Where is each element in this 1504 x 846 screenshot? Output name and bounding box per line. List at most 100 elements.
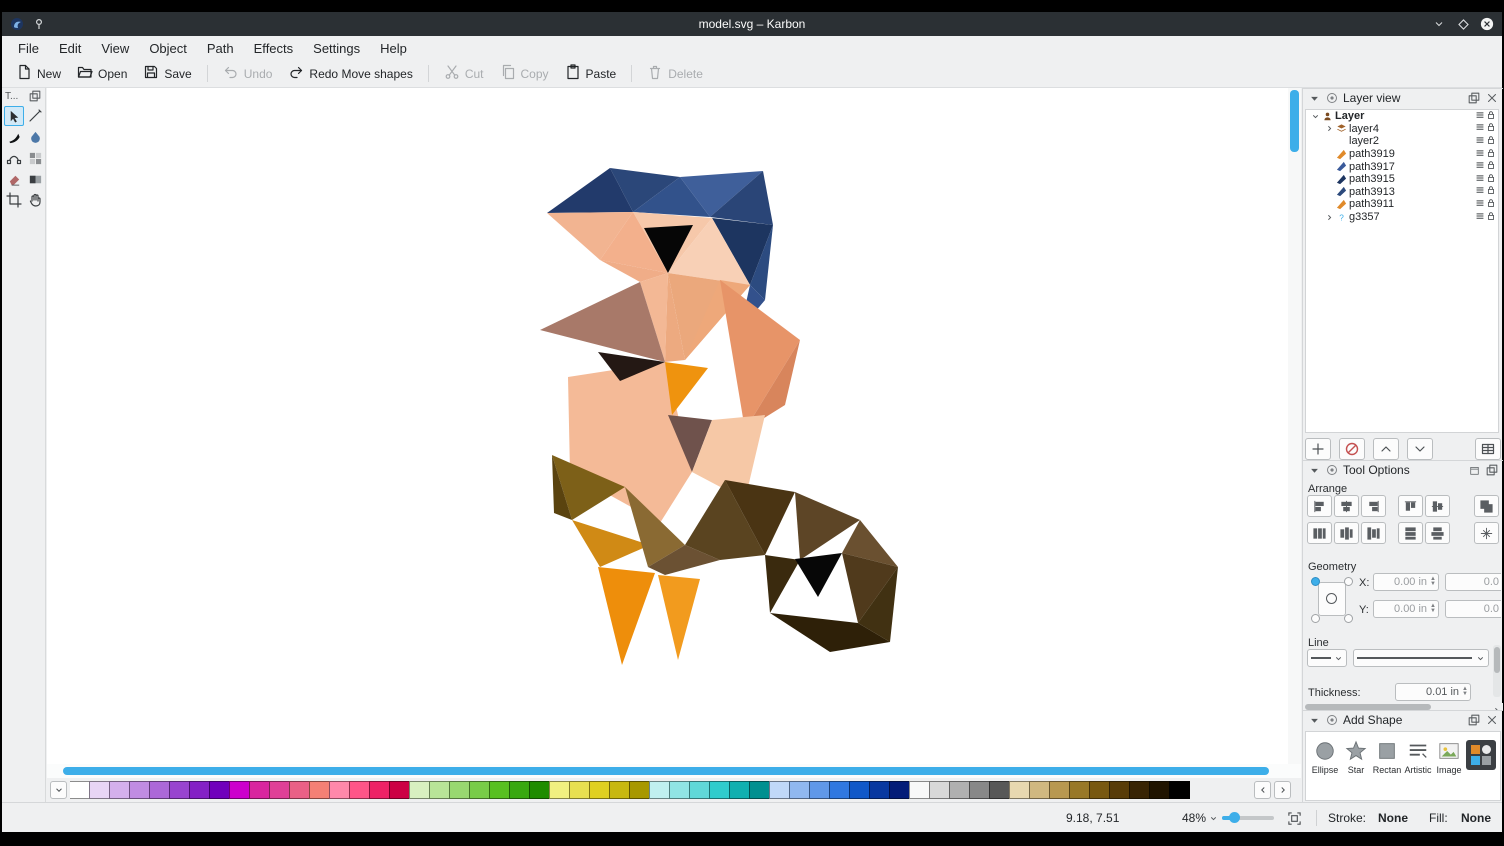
color-swatch-31[interactable] [689,781,710,799]
spinner-arrows-icon[interactable]: ▲▼ [1430,577,1436,587]
shape-rectan[interactable]: Rectan [1372,738,1402,775]
properties-icon[interactable] [1475,148,1485,161]
menu-object[interactable]: Object [139,38,197,59]
align-right-button[interactable] [1361,495,1386,517]
align-left-button[interactable] [1307,495,1332,517]
panel-float-icon[interactable] [1467,713,1481,727]
color-swatch-27[interactable] [609,781,630,799]
properties-icon[interactable] [1475,198,1485,211]
color-swatch-47[interactable] [1009,781,1030,799]
color-swatch-29[interactable] [649,781,670,799]
fox-polygon[interactable] [658,575,700,660]
shape-collections-button[interactable] [1466,740,1496,770]
lock-icon[interactable] [1486,110,1496,123]
pin-icon[interactable] [30,15,48,33]
zoom-fit-button[interactable] [1287,803,1302,833]
panel-collapse-icon[interactable] [1307,463,1321,477]
spinner-arrows-icon[interactable]: ▲▼ [1430,604,1436,614]
properties-icon[interactable] [1475,135,1485,148]
group-shapes-button[interactable] [1474,495,1499,517]
color-swatch-46[interactable] [989,781,1010,799]
color-swatch-36[interactable] [789,781,810,799]
color-swatch-44[interactable] [949,781,970,799]
fox-polygon[interactable] [665,362,708,415]
menu-help[interactable]: Help [370,38,417,59]
color-swatch-17[interactable] [409,781,430,799]
panel-float-icon[interactable] [1485,463,1499,477]
panel-new-window-icon[interactable] [1467,463,1481,477]
color-swatch-12[interactable] [309,781,330,799]
palette-scroll-left-button[interactable] [1254,781,1271,799]
color-swatch-10[interactable] [269,781,290,799]
color-swatch-28[interactable] [629,781,650,799]
x-position-field[interactable]: 0.00 in ▲▼ [1373,573,1439,591]
line-cap-combo[interactable] [1307,649,1347,667]
lock-icon[interactable] [1486,160,1496,173]
fill-value[interactable]: None [1461,803,1491,833]
canvas-horizontal-scrollbar[interactable] [47,764,1301,778]
path-edit-tool[interactable] [4,148,24,168]
eraser-tool[interactable] [4,169,24,189]
save-button[interactable]: Save [135,61,199,86]
layer-row-path3911[interactable]: path3911 [1306,198,1498,211]
paste-button[interactable]: Paste [557,61,625,86]
color-swatch-20[interactable] [469,781,490,799]
color-swatch-9[interactable] [249,781,270,799]
layer-row-path3917[interactable]: path3917 [1306,160,1498,173]
stroke-value[interactable]: None [1378,803,1408,833]
layer-row-path3919[interactable]: path3919 [1306,148,1498,161]
pencil-tool[interactable] [25,106,45,126]
color-swatch-22[interactable] [509,781,530,799]
layer-row-layer2[interactable]: layer2 [1306,135,1498,148]
line-style-combo[interactable] [1353,649,1489,667]
distribute-top-button[interactable] [1398,522,1423,544]
color-swatch-41[interactable] [889,781,910,799]
expander-right-icon[interactable] [1324,123,1335,134]
color-swatch-49[interactable] [1049,781,1070,799]
raise-layer-button[interactable] [1373,438,1399,460]
color-swatch-23[interactable] [529,781,550,799]
color-swatch-11[interactable] [289,781,310,799]
fill-tool[interactable] [25,127,45,147]
distribute-left-button[interactable] [1307,522,1332,544]
properties-icon[interactable] [1475,173,1485,186]
color-swatch-32[interactable] [709,781,730,799]
spinner-arrows-icon[interactable]: ▲▼ [1462,687,1468,697]
properties-icon[interactable] [1475,185,1485,198]
lock-icon[interactable] [1486,122,1496,135]
color-swatch-39[interactable] [849,781,870,799]
maximize-icon[interactable] [1454,15,1472,33]
menu-file[interactable]: File [8,38,49,59]
expander-down-icon[interactable] [1310,111,1321,122]
color-swatch-7[interactable] [209,781,230,799]
properties-icon[interactable] [1475,110,1485,123]
color-swatch-35[interactable] [769,781,790,799]
color-swatch-15[interactable] [369,781,390,799]
lock-icon[interactable] [1486,185,1496,198]
fox-polygon[interactable] [765,555,800,613]
color-swatch-5[interactable] [169,781,190,799]
width-field[interactable]: 0.0 ▲▼ [1445,573,1501,591]
zoom-select[interactable]: 48% [1182,803,1218,833]
panel-close-icon[interactable] [1485,713,1499,727]
selection-tool[interactable] [4,106,24,126]
color-swatch-13[interactable] [329,781,350,799]
color-swatch-8[interactable] [229,781,250,799]
vertical-scrollbar-thumb[interactable] [1290,90,1299,152]
color-swatch-21[interactable] [489,781,510,799]
panel-float-icon[interactable] [1467,91,1481,105]
color-swatch-14[interactable] [349,781,370,799]
y-position-field[interactable]: 0.00 in ▲▼ [1373,600,1439,618]
align-hcenter-button[interactable] [1334,495,1359,517]
color-swatch-30[interactable] [669,781,690,799]
shape-star[interactable]: Star [1341,738,1371,775]
color-swatch-43[interactable] [929,781,950,799]
color-swatch-38[interactable] [829,781,850,799]
panel-collapse-icon[interactable] [1307,91,1321,105]
color-swatch-18[interactable] [429,781,450,799]
height-field[interactable]: 0.0 ▲▼ [1445,600,1501,618]
distribute-vcenter-button[interactable] [1425,522,1450,544]
color-swatch-0[interactable] [70,781,90,799]
crop-tool[interactable] [4,190,24,210]
palette-menu-button[interactable] [50,781,67,799]
